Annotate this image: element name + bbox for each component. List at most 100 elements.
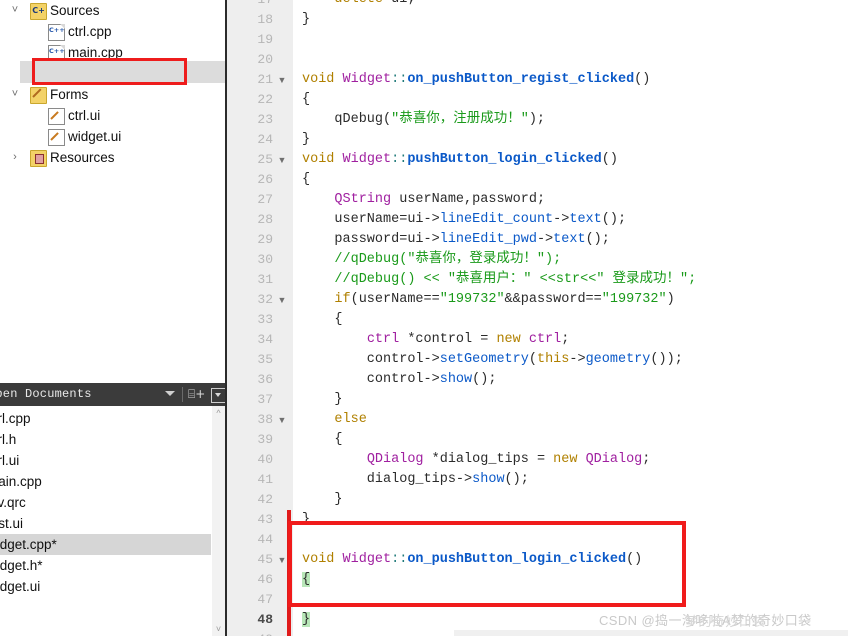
- code-token: {: [302, 432, 343, 447]
- code-token: ;: [642, 452, 651, 467]
- code-line[interactable]: }: [302, 490, 342, 510]
- chevron-right-icon[interactable]: ›: [8, 147, 22, 168]
- open-document-item[interactable]: ctrl.ui: [0, 450, 211, 471]
- code-line[interactable]: password=ui->lineEdit_pwd->text();: [302, 230, 609, 250]
- fold-toggle-icon[interactable]: ▼: [276, 70, 288, 90]
- line-number: 34: [257, 332, 273, 347]
- split-pane-icon[interactable]: ⌸+: [188, 388, 207, 401]
- code-line[interactable]: control->show();: [302, 370, 497, 390]
- line-number: 27: [257, 192, 273, 207]
- code-line[interactable]: void Widget::pushButton_login_clicked(): [302, 150, 618, 170]
- code-line[interactable]: //qDebug("恭喜你，登录成功！");: [302, 250, 561, 270]
- open-document-item[interactable]: test.ui: [0, 513, 211, 534]
- ui-file-icon: [48, 108, 65, 125]
- open-documents-list[interactable]: ctrl.cpp ctrl.h ctrl.ui main.cpp hiv.qrc test…: [0, 406, 211, 636]
- code-line[interactable]: {: [302, 90, 310, 110]
- code-token: delete: [334, 0, 383, 7]
- code-token: QDialog: [366, 452, 424, 467]
- code-token: &&password==: [504, 292, 602, 307]
- open-documents-scrollbar[interactable]: ^ ˅: [212, 406, 225, 636]
- tree-item-sources[interactable]: ˅ Sources: [0, 0, 225, 21]
- code-line[interactable]: delete ui;: [302, 0, 415, 10]
- scrollbar-thumb[interactable]: [213, 426, 224, 576]
- code-line[interactable]: }: [302, 130, 310, 150]
- chevron-down-icon[interactable]: ˅: [8, 0, 22, 21]
- code-token: pushButton_login_clicked: [407, 152, 602, 167]
- project-tree-panel[interactable]: ˅Sourcesctrl.cppmain.cppwidget.cpp˅Forms…: [0, 0, 225, 380]
- code-editor[interactable]: 17 delete ui;18}192021▼void Widget::on_p…: [227, 0, 848, 636]
- open-document-item[interactable]: ctrl.cpp: [0, 408, 211, 429]
- tree-item-widget-ui[interactable]: widget.ui: [0, 126, 225, 147]
- chevron-down-icon[interactable]: [165, 391, 175, 396]
- fold-toggle-icon[interactable]: ▼: [276, 150, 288, 170]
- code-line[interactable]: QString userName,password;: [302, 190, 545, 210]
- code-line[interactable]: }: [302, 610, 311, 630]
- chevron-down-icon[interactable]: ˅: [212, 622, 225, 636]
- chevron-down-icon[interactable]: ˅: [8, 84, 22, 105]
- code-token: qDebug(: [302, 112, 392, 127]
- code-line[interactable]: dialog_tips->show();: [302, 470, 529, 490]
- code-line[interactable]: qDebug("恭喜你，注册成功！");: [302, 110, 545, 130]
- toolbar-separator: [182, 387, 183, 402]
- code-line[interactable]: {: [302, 310, 342, 330]
- code-token: );: [528, 112, 546, 127]
- fold-toggle-icon[interactable]: ▼: [276, 410, 288, 430]
- code-line[interactable]: {: [302, 170, 310, 190]
- folder-resources-icon: [30, 150, 47, 167]
- open-document-item[interactable]: hiv.qrc: [0, 492, 211, 513]
- code-token: ctrl: [528, 332, 562, 347]
- code-line[interactable]: }: [302, 390, 342, 410]
- line-number: 37: [257, 392, 273, 407]
- code-line[interactable]: else: [302, 410, 366, 430]
- code-token: void: [302, 72, 335, 87]
- open-document-item[interactable]: widget.ui: [0, 576, 211, 597]
- code-line[interactable]: control->setGeometry(this->geometry());: [302, 350, 683, 370]
- code-token: QDialog: [585, 452, 643, 467]
- chevron-up-icon[interactable]: ^: [212, 406, 225, 420]
- code-line[interactable]: //qDebug() << "恭喜用户：" <<str<<" 登录成功！";: [302, 270, 696, 290]
- open-document-item[interactable]: main.cpp: [0, 471, 211, 492]
- code-token: ctrl: [366, 332, 400, 347]
- fold-toggle-icon[interactable]: ▼: [276, 290, 288, 310]
- code-line[interactable]: userName=ui->lineEdit_count->text();: [302, 210, 626, 230]
- open-document-label: hiv.qrc: [0, 495, 26, 510]
- line-number: 20: [257, 52, 273, 67]
- code-token: new: [553, 452, 578, 467]
- close-panel-icon[interactable]: [211, 388, 226, 403]
- code-token: ui;: [383, 0, 415, 7]
- open-document-label: ctrl.cpp: [0, 411, 31, 426]
- code-token: *control =: [399, 332, 497, 347]
- code-line[interactable]: if(userName=="199732"&&password=="199732…: [302, 290, 675, 310]
- code-token: lineEdit_count: [439, 212, 554, 227]
- line-number: 19: [257, 32, 273, 47]
- code-line[interactable]: ctrl *control = new ctrl;: [302, 330, 570, 350]
- line-number: 45: [257, 552, 273, 567]
- line-number: 35: [257, 352, 273, 367]
- open-document-item[interactable]: widget.cpp*: [0, 534, 211, 555]
- tree-item-resources[interactable]: › Resources: [0, 147, 225, 168]
- open-document-item[interactable]: widget.h*: [0, 555, 211, 576]
- code-token: Widget: [342, 72, 392, 87]
- code-line[interactable]: void Widget::on_pushButton_regist_clicke…: [302, 70, 650, 90]
- code-token: ();: [601, 212, 627, 227]
- tree-item-ctrl-ui[interactable]: ctrl.ui: [0, 105, 225, 126]
- line-number: 28: [257, 212, 273, 227]
- code-token: ->: [569, 352, 586, 367]
- tree-item-ctrl-cpp[interactable]: ctrl.cpp: [0, 21, 225, 42]
- code-token: text: [553, 232, 586, 247]
- code-line[interactable]: {: [302, 430, 343, 450]
- code-token: this: [536, 352, 570, 367]
- line-number: 49: [227, 630, 273, 636]
- widget-cpp-highlight-box: [32, 58, 187, 85]
- code-line[interactable]: }: [302, 10, 310, 30]
- code-token: ): [666, 292, 675, 307]
- code-token: ::: [391, 72, 408, 87]
- open-document-label: widget.h*: [0, 558, 43, 573]
- code-token: (userName==: [350, 292, 440, 307]
- line-number: 43: [257, 512, 273, 527]
- tree-item-forms[interactable]: ˅ Forms: [0, 84, 225, 105]
- open-document-item[interactable]: ctrl.h: [0, 429, 211, 450]
- code-line[interactable]: QDialog *dialog_tips = new QDialog;: [302, 450, 651, 470]
